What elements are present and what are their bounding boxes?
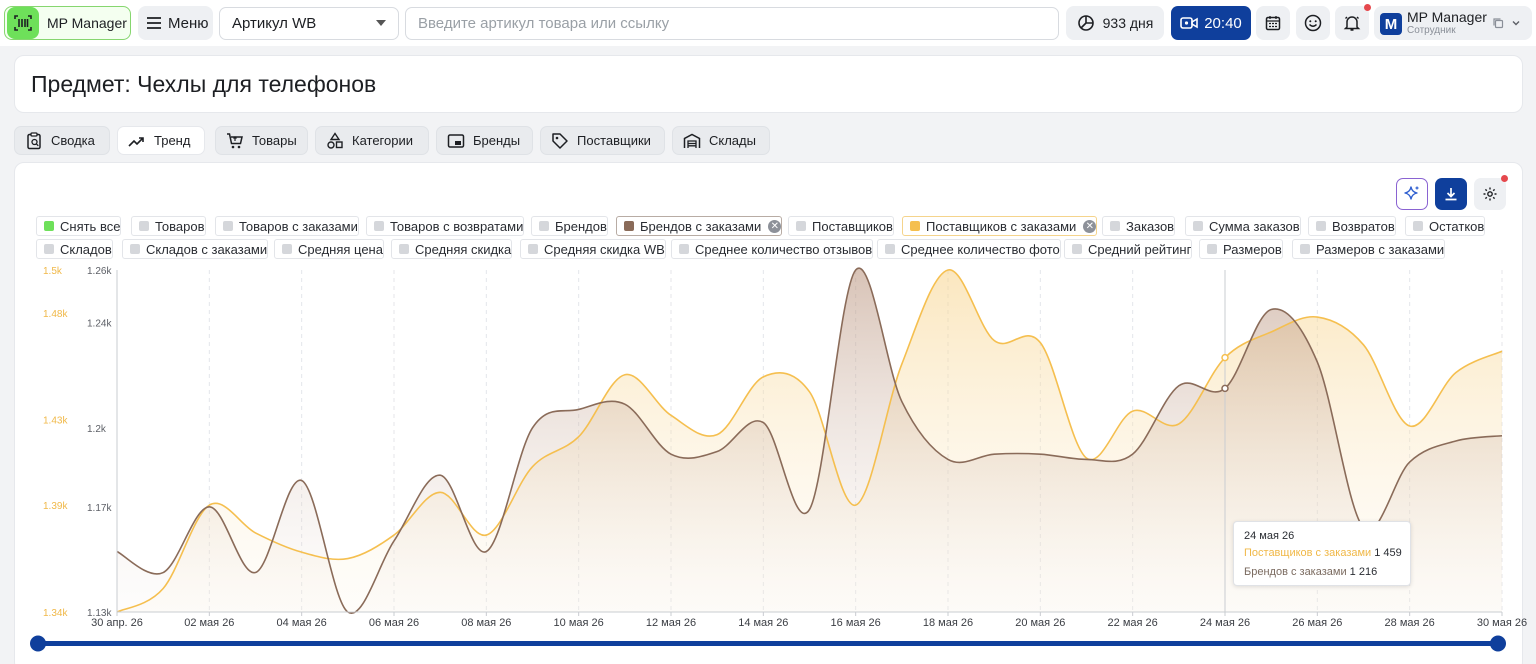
- slider-handle-start: [30, 635, 46, 652]
- slider-track: [38, 641, 1498, 646]
- slider-handle-end: [1490, 635, 1506, 652]
- date-range-slider[interactable]: [0, 0, 1536, 664]
